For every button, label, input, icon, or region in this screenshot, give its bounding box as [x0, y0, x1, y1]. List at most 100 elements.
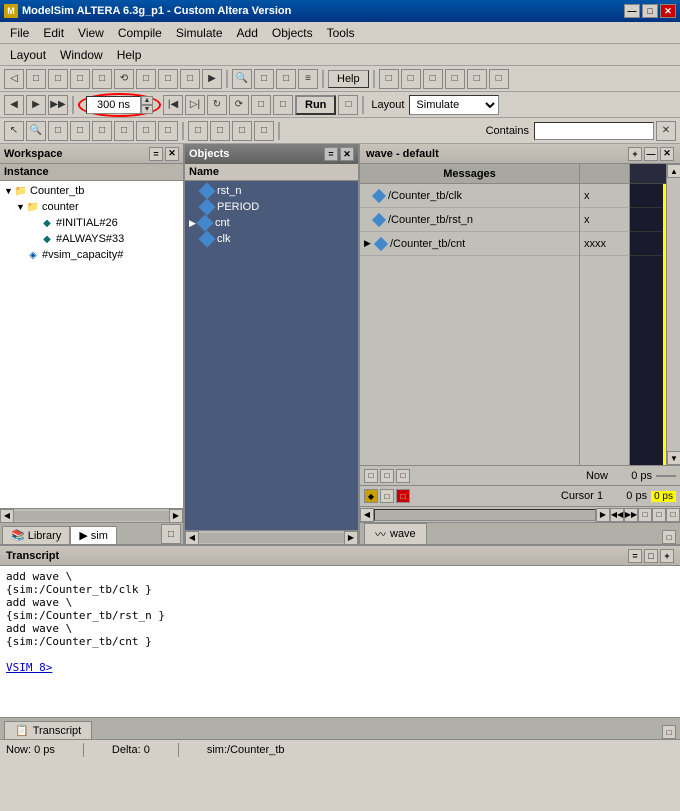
wave-min-btn[interactable]: — — [644, 147, 658, 161]
wave-scroll-up[interactable]: ▲ — [667, 164, 680, 178]
wave-icon-1[interactable]: □ — [364, 469, 378, 483]
wave-hscroll-home[interactable]: □ — [652, 508, 666, 522]
zoom-7[interactable]: □ — [158, 121, 178, 141]
help-button[interactable]: Help — [328, 70, 369, 88]
tb-btn-10[interactable]: ▶ — [202, 69, 222, 89]
tb-btn-7[interactable]: □ — [136, 69, 156, 89]
tb-btn-3[interactable]: □ — [48, 69, 68, 89]
sim-btn-2[interactable]: ▷| — [185, 95, 205, 115]
run-button[interactable]: Run — [295, 95, 336, 115]
tb-btn-12[interactable]: □ — [276, 69, 296, 89]
tb-btn-17[interactable]: □ — [445, 69, 465, 89]
workspace-close-btn[interactable]: ✕ — [165, 147, 179, 161]
ws-tab-btn[interactable]: □ — [161, 524, 181, 544]
tree-item-initial26[interactable]: ◆ #INITIAL#26 — [2, 215, 181, 231]
menu-window[interactable]: Window — [54, 46, 109, 64]
time-input[interactable] — [86, 96, 141, 114]
layout-select[interactable]: Simulate — [409, 95, 499, 115]
maximize-button[interactable]: □ — [642, 4, 658, 18]
tree-item-always33[interactable]: ◆ #ALWAYS#33 — [2, 231, 181, 247]
tree-item-counter[interactable]: ▼ 📁 counter — [2, 199, 181, 215]
tb-btn-16[interactable]: □ — [423, 69, 443, 89]
tb-btn-11[interactable]: □ — [254, 69, 274, 89]
transcript-close-btn[interactable]: + — [660, 549, 674, 563]
wave-sig-rst-n[interactable]: /Counter_tb/rst_n — [360, 208, 579, 232]
zoom-5[interactable]: □ — [114, 121, 134, 141]
obj-scroll-right[interactable]: ▶ — [344, 531, 358, 545]
menu-view[interactable]: View — [72, 24, 110, 42]
wave-cursor-icon-2[interactable]: □ — [380, 489, 394, 503]
zoom-3[interactable]: □ — [70, 121, 90, 141]
tb-btn-6[interactable]: ⟲ — [114, 69, 134, 89]
menu-objects[interactable]: Objects — [266, 24, 319, 42]
tree-item-vsim-capacity[interactable]: ◈ #vsim_capacity# — [2, 247, 181, 263]
wave-hscroll-left[interactable]: ◀ — [360, 508, 374, 522]
transcript-extra-btn[interactable]: □ — [644, 549, 658, 563]
wave-hscroll-right[interactable]: ▶ — [596, 508, 610, 522]
tb-btn-2[interactable]: □ — [26, 69, 46, 89]
time-up-btn[interactable]: ▲ — [141, 96, 153, 105]
tree-expand-counter-tb[interactable]: ▼ — [4, 186, 14, 196]
obj-item-rst-n[interactable]: rst_n — [187, 183, 356, 199]
sim-btn-3[interactable]: ↻ — [207, 95, 227, 115]
wave-btn-2[interactable]: □ — [210, 121, 230, 141]
wave-tab[interactable]: 〰 wave — [364, 523, 427, 544]
tb-btn-4[interactable]: □ — [70, 69, 90, 89]
obj-item-clk[interactable]: clk — [187, 231, 356, 247]
obj-item-cnt[interactable]: ▶ cnt — [187, 215, 356, 231]
cursor-btn[interactable]: ↖ — [4, 121, 24, 141]
zoom-out-btn[interactable]: □ — [48, 121, 68, 141]
wave-cursor-icon-3[interactable]: □ — [396, 489, 410, 503]
zoom-4[interactable]: □ — [92, 121, 112, 141]
transcript-tab[interactable]: 📋 Transcript — [4, 721, 92, 739]
menu-add[interactable]: Add — [231, 24, 264, 42]
close-button[interactable]: ✕ — [660, 4, 676, 18]
time-down-btn[interactable]: ▼ — [141, 105, 153, 114]
zoom-in-btn[interactable]: 🔍 — [26, 121, 46, 141]
tb-btn-1[interactable]: ◁ — [4, 69, 24, 89]
tb-btn-search[interactable]: 🔍 — [232, 69, 252, 89]
wave-close-btn[interactable]: ✕ — [660, 147, 674, 161]
wave-cursor-icon-1[interactable]: ◆ — [364, 489, 378, 503]
transcript-content[interactable]: add wave \ {sim:/Counter_tb/clk } add wa… — [0, 566, 680, 717]
sim-btn-5[interactable]: □ — [251, 95, 271, 115]
ws-scroll-right[interactable]: ▶ — [169, 509, 183, 523]
sim-tab[interactable]: ▶ sim — [70, 526, 117, 544]
transcript-tab-extra[interactable]: □ — [662, 725, 676, 739]
wave-hscroll-far-left[interactable]: ◀◀ — [610, 508, 624, 522]
wave-sig-clk[interactable]: /Counter_tb/clk — [360, 184, 579, 208]
tree-expand-counter[interactable]: ▼ — [16, 202, 26, 212]
wave-icon-2[interactable]: □ — [380, 469, 394, 483]
wave-tab-extra[interactable]: □ — [662, 530, 676, 544]
menu-file[interactable]: File — [4, 24, 35, 42]
zoom-6[interactable]: □ — [136, 121, 156, 141]
objects-close-btn[interactable]: ✕ — [340, 147, 354, 161]
wave-btn-3[interactable]: □ — [232, 121, 252, 141]
contains-clear-btn[interactable]: ✕ — [656, 121, 676, 141]
obj-scroll-left[interactable]: ◀ — [185, 531, 199, 545]
menu-layout[interactable]: Layout — [4, 46, 52, 64]
wave-hscroll-far-right[interactable]: ▶▶ — [624, 508, 638, 522]
vsim-prompt[interactable]: VSIM 8> — [6, 661, 52, 674]
obj-scroll-track[interactable] — [199, 533, 344, 543]
menu-compile[interactable]: Compile — [112, 24, 168, 42]
ws-scroll-track[interactable] — [14, 511, 169, 521]
objects-pin-btn[interactable]: = — [324, 147, 338, 161]
sim-step-btn[interactable]: ▶ — [26, 95, 46, 115]
sim-btn-4[interactable]: ⟳ — [229, 95, 249, 115]
wave-pin-btn[interactable]: + — [628, 147, 642, 161]
menu-edit[interactable]: Edit — [37, 24, 70, 42]
minimize-button[interactable]: — — [624, 4, 640, 18]
tb-btn-13[interactable]: ≡ — [298, 69, 318, 89]
sim-back-btn[interactable]: ◀ — [4, 95, 24, 115]
sim-fwd-btn[interactable]: ▶▶ — [48, 95, 68, 115]
menu-simulate[interactable]: Simulate — [170, 24, 229, 42]
wave-sig-cnt[interactable]: ▶ /Counter_tb/cnt — [360, 232, 579, 256]
sim-btn-7[interactable]: □ — [338, 95, 358, 115]
tb-btn-9[interactable]: □ — [180, 69, 200, 89]
obj-item-period[interactable]: PERIOD — [187, 199, 356, 215]
tb-btn-19[interactable]: □ — [489, 69, 509, 89]
contains-input[interactable] — [534, 122, 654, 140]
sim-btn-1[interactable]: |◀ — [163, 95, 183, 115]
wave-icon-3[interactable]: □ — [396, 469, 410, 483]
